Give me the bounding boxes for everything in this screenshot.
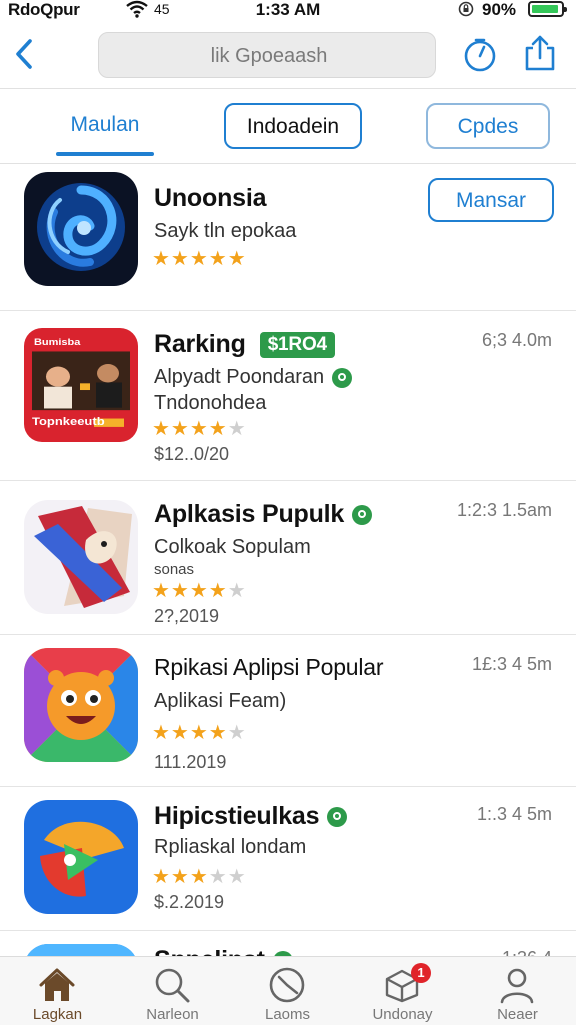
app-category: sonas [154,561,195,578]
app-title-line: Aplkasis Pupulk [154,500,373,529]
battery-icon [528,1,567,17]
app-subtitle: Rpliaskal londam [154,836,307,858]
app-title: Rarking [154,330,246,358]
app-time: 1£:3 4 5m [471,654,552,674]
tabbar-item-profile[interactable]: Neaer [460,957,575,1025]
app-time: 1:36 4 [502,948,552,956]
app-subtitle: Aplikasi Feam) [154,690,287,712]
verified-icon [352,505,373,526]
app-time: 1:.3 4 5m [476,804,552,824]
app-meta: 2?,2019 [154,606,220,626]
search-field[interactable] [98,32,439,79]
star-rating: ★★★★★ [152,248,247,270]
rotation-lock-icon [458,1,474,17]
app-icon-monster [24,648,138,762]
app-meta: $12..0/20 [154,444,230,464]
navigation-bar [0,24,576,89]
app-title-line: Sppelinst [154,946,293,956]
verified-icon [327,807,348,828]
tab-indoadein[interactable]: Indoadein [224,103,362,149]
clock-icon [269,967,305,1003]
icon-top-text: Bumisba [34,337,81,347]
tab-label: Indoadein [246,115,340,138]
home-icon [39,968,75,1001]
app-subtitle-line: Alpyadt Poondaran [154,366,353,389]
star-rating: ★★★★★ [152,722,247,744]
tabbar-item-home[interactable]: Lagkan [0,957,115,1025]
share-icon[interactable] [522,34,558,72]
icon-bottom-text: Topnkeeutb [32,415,105,428]
status-bar: RdoQpur 45 1:33 AM 90% [0,0,576,22]
list-item[interactable]: Aplkasis Pupulk Colkoak Sopulam sonas ★★… [0,480,576,635]
tab-maulan[interactable]: Maulan [50,103,160,156]
app-title: Aplkasis Pupulk [154,500,345,528]
list-item[interactable]: Unoonsia Sayk tln epokaa ★★★★★ Mansar [0,164,576,311]
app-time: 1:2:3 1.5am [456,500,552,520]
tab-selected-indicator [56,152,154,156]
tabbar-label: Neaer [497,1006,538,1023]
app-meta: $.2.2019 [154,892,225,912]
star-rating: ★★★★★ [152,580,247,602]
app-subtitle: Sayk tln epokaa [154,220,297,242]
app-title: Rpikasi Aplipsi Popular [154,654,384,680]
list-item[interactable]: Sppelinst 1:36 4 [0,930,576,956]
battery-percent: 90% [482,0,517,19]
star-rating: ★★★★★ [152,866,247,888]
app-subtitle: Alpyadt Poondaran [154,366,325,388]
notification-badge: 1 [411,963,431,983]
app-developer: Tndonohdea [154,392,267,414]
search-input[interactable] [99,33,439,79]
app-icon-play [24,800,138,914]
app-icon-swirl [24,172,138,286]
list-item[interactable]: Rpikasi Aplipsi Popular Aplikasi Feam) ★… [0,634,576,787]
segment-tabs: Maulan Indoadein Cpdes [0,89,576,164]
app-icon-pencil [24,500,138,614]
app-list: Unoonsia Sayk tln epokaa ★★★★★ Mansar Bu… [0,164,576,956]
back-chevron-icon[interactable] [10,36,40,72]
app-meta: 111.2019 [154,752,227,772]
tab-label: Maulan [70,113,140,136]
verified-icon [332,367,353,388]
app-time: 6;3 4.0m [481,330,552,350]
tabbar-label: Narleon [146,1006,199,1023]
app-title: Sppelinst [154,946,265,956]
star-rating: ★★★★★ [152,418,247,440]
price-badge[interactable]: $1RO4 [259,332,335,359]
timer-icon[interactable] [462,37,498,73]
app-icon-photo: Bumisba Topnkeeutb [24,328,138,442]
bottom-tab-bar: Lagkan Narleon Laoms 1 Undonay Neaer [0,956,576,1025]
list-item[interactable]: Hipicstieulkas Rpliaskal londam ★★★★★ $.… [0,786,576,931]
app-title: Unoonsia [154,184,267,212]
list-item[interactable]: Bumisba Topnkeeutb Rarking $1RO4 Alpyadt … [0,310,576,481]
person-icon [500,968,534,1004]
app-title: Hipicstieulkas [154,802,320,830]
app-title-line: Hipicstieulkas [154,802,348,831]
app-subtitle: Colkoak Sopulam [154,536,311,558]
mansar-button[interactable]: Mansar [428,178,554,222]
tabbar-item-clock[interactable]: Laoms [230,957,345,1025]
search-icon [155,968,190,1003]
app-title-line: Rarking $1RO4 [154,330,335,359]
tabbar-item-search[interactable]: Narleon [115,957,230,1025]
tabbar-label: Lagkan [32,1006,83,1023]
app-icon-partial [24,944,138,956]
tab-cpdes[interactable]: Cpdes [426,103,550,149]
tab-label: Cpdes [457,115,519,138]
tabbar-label: Laoms [264,1006,311,1023]
tabbar-item-updates[interactable]: 1 Undonay [345,957,460,1025]
tabbar-label: Undonay [372,1006,433,1023]
